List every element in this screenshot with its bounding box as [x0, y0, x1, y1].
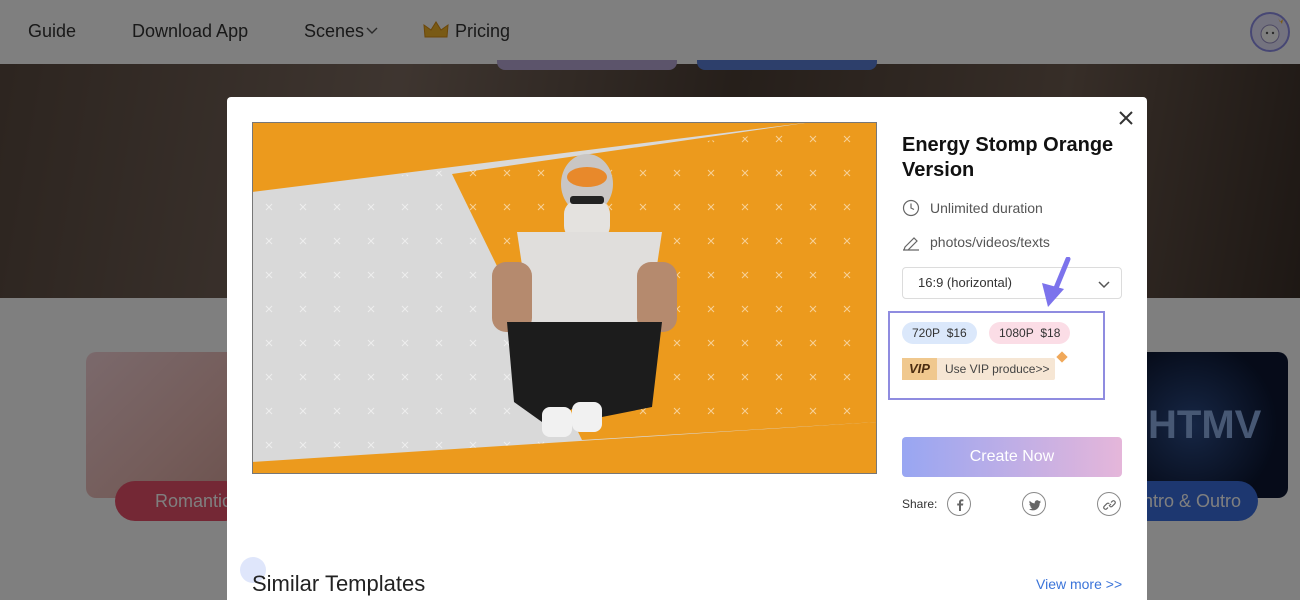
duration-text: Unlimited duration	[930, 200, 1043, 216]
media-text: photos/videos/texts	[930, 234, 1050, 250]
vip-tag: VIP	[902, 358, 937, 380]
twitter-icon[interactable]	[1022, 492, 1046, 516]
create-now-button[interactable]: Create Now	[902, 437, 1122, 477]
facebook-icon[interactable]	[947, 492, 971, 516]
resolution-720p-price: $16	[946, 326, 967, 340]
aspect-ratio-select[interactable]: 16:9 (horizontal)	[902, 267, 1122, 299]
view-more-link[interactable]: View more >>	[1036, 576, 1122, 592]
similar-templates-heading: Similar Templates	[252, 571, 426, 596]
resolution-720p-label: 720P	[912, 326, 941, 340]
template-modal: Energy Stomp Orange Version Unlimited du…	[227, 97, 1147, 600]
vip-text: Use VIP produce>>	[944, 362, 1050, 376]
template-title: Energy Stomp Orange Version	[902, 134, 1114, 181]
aspect-ratio-value: 16:9 (horizontal)	[918, 275, 1012, 290]
vip-produce-button[interactable]: VIP Use VIP produce>>	[902, 358, 1056, 380]
pointer-arrow-icon	[1042, 257, 1071, 307]
template-preview-video[interactable]	[252, 122, 877, 474]
resolution-1080p-badge[interactable]: 1080P $18	[989, 322, 1071, 344]
link-icon[interactable]	[1097, 492, 1121, 516]
clock-icon	[902, 199, 920, 217]
resolution-1080p-price: $18	[1040, 326, 1061, 340]
resolution-1080p-label: 1080P	[999, 326, 1034, 340]
resolution-720p-badge[interactable]: 720P $16	[902, 322, 977, 344]
duration-info: Unlimited duration	[902, 199, 1043, 217]
chevron-down-icon	[1098, 281, 1110, 289]
close-icon[interactable]	[1115, 107, 1137, 129]
media-info: photos/videos/texts	[902, 233, 1050, 251]
edit-icon	[903, 237, 919, 251]
share-label: Share:	[902, 497, 938, 511]
